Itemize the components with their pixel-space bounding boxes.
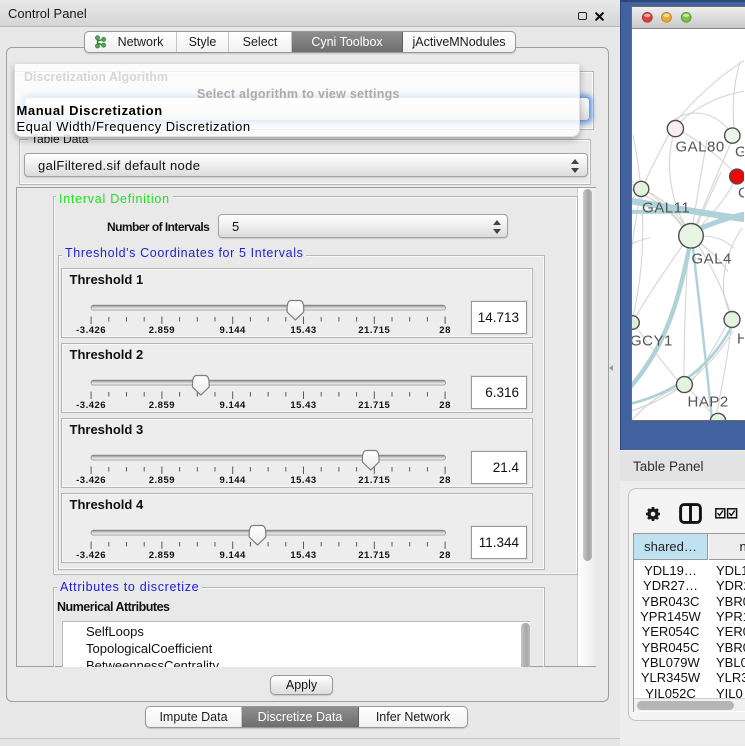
svg-text:2.859: 2.859 — [149, 324, 175, 335]
svg-text:-3.426: -3.426 — [76, 324, 106, 335]
svg-text:GCY1: GCY1 — [632, 333, 673, 350]
svg-text:-3.426: -3.426 — [76, 474, 106, 485]
svg-text:9.144: 9.144 — [220, 474, 246, 485]
svg-text:GAL80: GAL80 — [676, 139, 725, 156]
svg-text:H: H — [737, 331, 744, 348]
svg-text:15.43: 15.43 — [290, 324, 316, 335]
svg-text:21.715: 21.715 — [358, 549, 390, 560]
svg-text:9.144: 9.144 — [220, 324, 246, 335]
svg-text:15.43: 15.43 — [290, 399, 316, 410]
svg-text:CY: CY — [738, 185, 744, 202]
svg-text:GAL11: GAL11 — [642, 199, 690, 216]
svg-text:28: 28 — [439, 549, 451, 560]
svg-text:28: 28 — [439, 399, 451, 410]
svg-text:15.43: 15.43 — [290, 474, 316, 485]
svg-text:9.144: 9.144 — [220, 399, 246, 410]
svg-text:15.43: 15.43 — [290, 549, 316, 560]
svg-text:9.144: 9.144 — [220, 549, 246, 560]
svg-text:2.859: 2.859 — [149, 474, 175, 485]
svg-text:21.715: 21.715 — [358, 399, 390, 410]
svg-text:28: 28 — [439, 324, 451, 335]
svg-text:GAL4: GAL4 — [692, 251, 732, 268]
svg-text:2.859: 2.859 — [149, 399, 175, 410]
svg-text:-3.426: -3.426 — [76, 399, 106, 410]
svg-text:21.715: 21.715 — [358, 474, 390, 485]
svg-text:HAP2: HAP2 — [688, 394, 729, 411]
svg-text:-3.426: -3.426 — [76, 549, 106, 560]
svg-text:28: 28 — [439, 474, 451, 485]
svg-text:GA: GA — [735, 144, 744, 161]
svg-text:2.859: 2.859 — [149, 549, 175, 560]
svg-text:21.715: 21.715 — [358, 324, 390, 335]
